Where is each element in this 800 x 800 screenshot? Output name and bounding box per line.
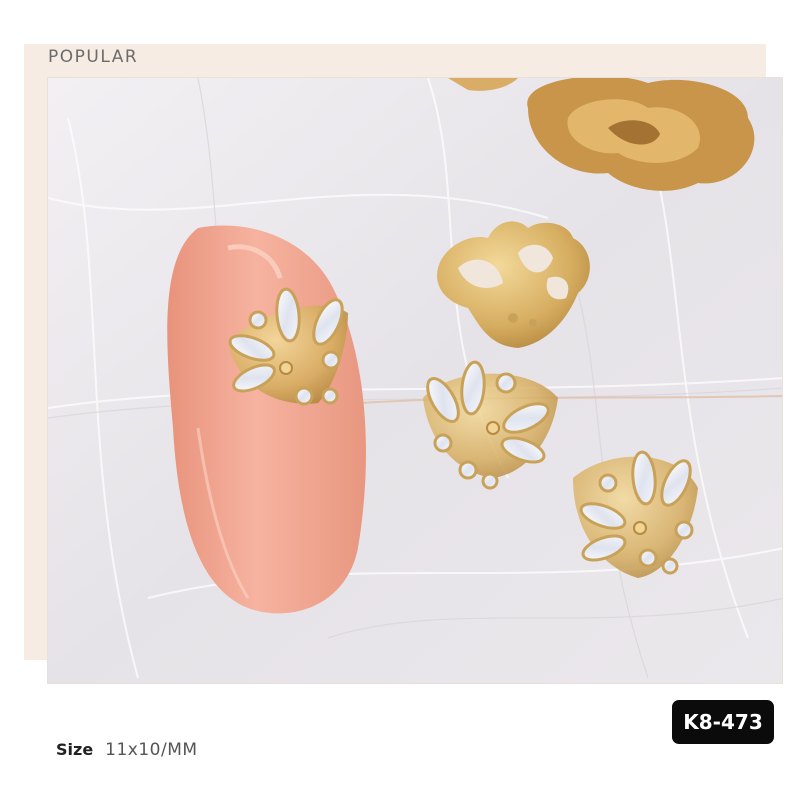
section-title: POPULAR xyxy=(48,47,139,67)
size-spec: Size 11x10/MM xyxy=(56,740,198,766)
product-code-badge: K8-473 xyxy=(672,700,774,744)
product-photo xyxy=(47,77,783,684)
size-value: 11x10/MM xyxy=(105,740,198,760)
size-label: Size xyxy=(56,740,94,759)
